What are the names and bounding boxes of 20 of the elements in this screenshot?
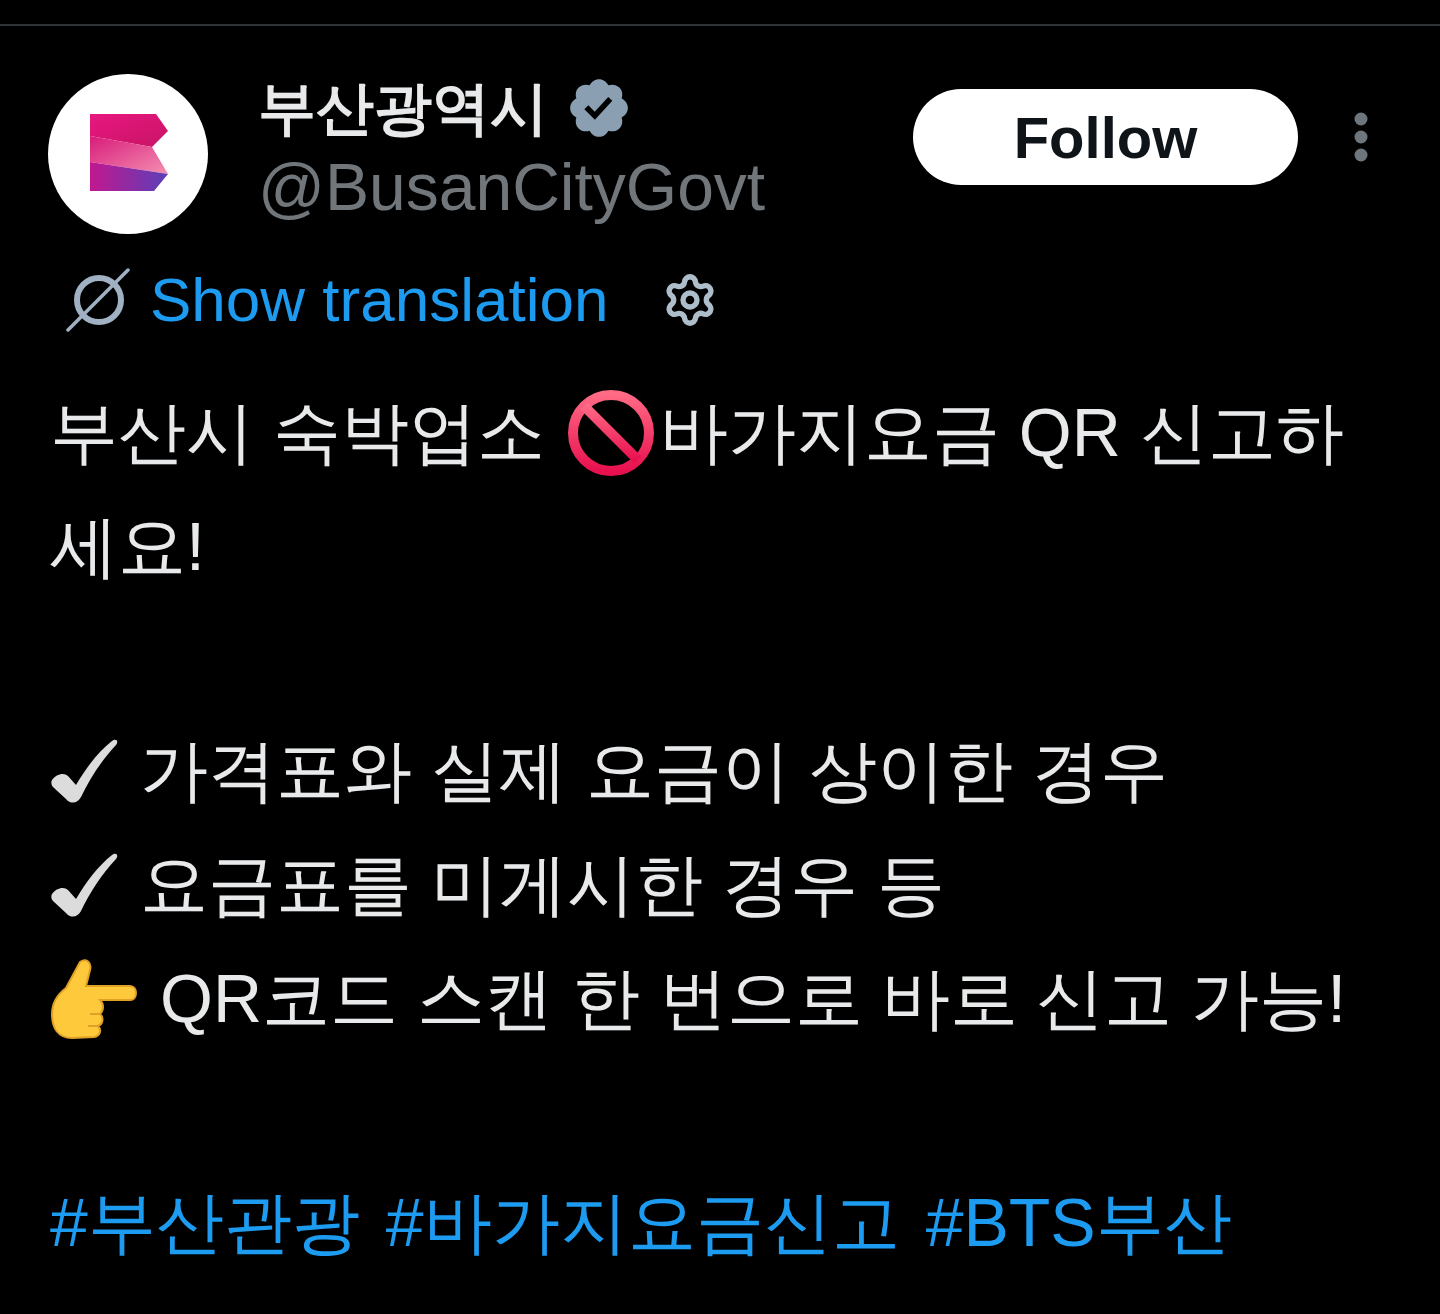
check-mark-icon <box>50 738 118 804</box>
slashed-circle-icon <box>66 268 130 332</box>
post-text: QR코드 스캔 한 번으로 바로 신고 가능! <box>160 958 1347 1038</box>
post-text: 가격표와 실제 요금이 상이한 경우 <box>140 730 1168 810</box>
pointing-hand-icon <box>50 958 138 1040</box>
username[interactable]: @BusanCityGovt <box>258 144 766 230</box>
post-text: 바가지요금 QR 신고하 <box>659 392 1344 472</box>
avatar-logo-icon[interactable] <box>48 74 208 234</box>
post-text: 세요! <box>50 506 205 586</box>
hashtag-link[interactable]: #바가지요금신고 <box>385 1177 900 1269</box>
prohibited-icon <box>566 389 655 477</box>
post-text: 부산시 숙박업소 <box>50 392 545 472</box>
post-text: 요금표를 미게시한 경우 등 <box>140 844 945 924</box>
more-options-icon[interactable] <box>1354 112 1368 162</box>
display-name[interactable]: 부산광역시 <box>258 72 548 144</box>
check-mark-icon <box>50 852 118 918</box>
follow-button[interactable]: Follow <box>913 89 1298 185</box>
hashtag-link[interactable]: #BTS부산 <box>925 1177 1232 1269</box>
hashtag-link[interactable]: #부산관광 <box>50 1177 360 1269</box>
show-translation-button[interactable]: Show translation <box>66 266 609 334</box>
